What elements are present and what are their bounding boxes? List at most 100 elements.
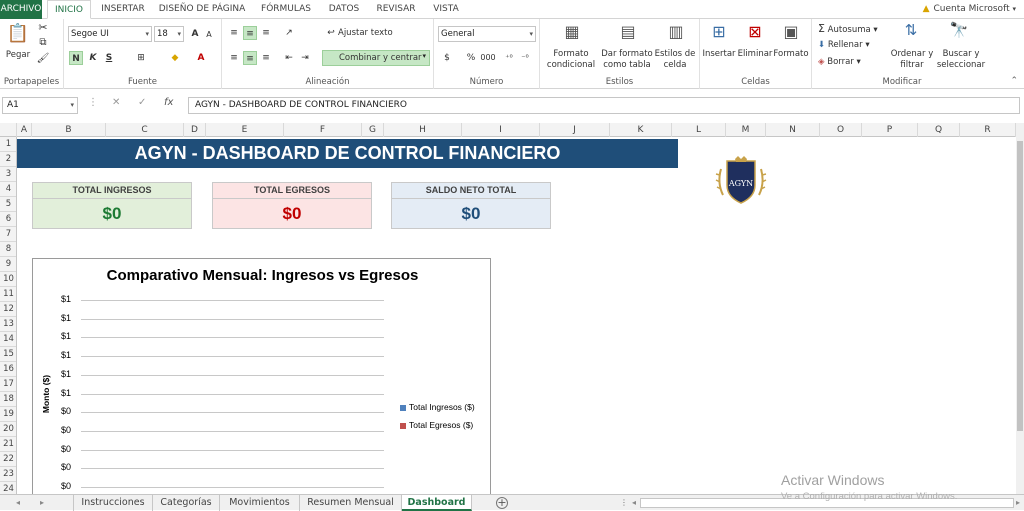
column-header[interactable]: E [206,123,284,137]
worksheet-grid[interactable]: AGYN - DASHBOARD DE CONTROL FINANCIERO T… [17,137,1017,494]
increase-indent-icon[interactable]: ⇥ [298,51,312,65]
cancel-icon[interactable]: ✕ [112,97,120,108]
sheet-tab-categorias[interactable]: Categorías [153,495,220,511]
cell-styles-button[interactable]: Estilos de celda [652,49,698,71]
row-header[interactable]: 1 [0,137,16,152]
autosum-button[interactable]: Σ Autosuma ▾ [818,23,878,36]
align-left-icon[interactable]: ≡ [227,51,241,65]
orientation-icon[interactable]: ↗ [282,26,296,40]
format-painter-icon[interactable]: 🖌 [36,53,50,64]
insert-cells-button[interactable]: Insertar [700,49,738,60]
delete-cells-icon[interactable]: ⊠ [744,22,766,41]
row-header[interactable]: 19 [0,407,16,422]
row-header[interactable]: 5 [0,197,16,212]
tab-formulas[interactable]: FÓRMULAS [255,0,317,19]
format-table-button[interactable]: Dar formato como tabla [598,49,656,71]
scroll-left-icon[interactable]: ◂ [632,495,636,510]
add-sheet-icon[interactable]: + [496,497,508,509]
card-total-ingresos[interactable]: TOTAL INGRESOS $0 [32,182,192,229]
row-header[interactable]: 2 [0,152,16,167]
format-cells-button[interactable]: Formato [772,49,810,60]
collapse-ribbon-icon[interactable]: ⌃ [1010,76,1018,86]
column-header[interactable]: M [726,123,766,137]
row-header[interactable]: 17 [0,377,16,392]
format-table-icon[interactable]: ▤ [616,22,640,41]
thousands-button[interactable]: 000 [478,51,498,65]
italic-button[interactable]: K [86,51,100,65]
sheet-tab-dashboard[interactable]: Dashboard [402,495,472,511]
wrap-text-button[interactable]: Ajustar texto [338,28,398,39]
account-menu[interactable]: ▲ Cuenta Microsoft ▾ [923,0,1016,18]
row-header[interactable]: 3 [0,167,16,182]
row-header[interactable]: 15 [0,347,16,362]
row-header[interactable]: 24 [0,482,16,494]
shrink-font-icon[interactable]: A [202,28,216,42]
merge-center-button[interactable]: Combinar y centrar ▾ [322,50,430,66]
column-header[interactable]: B [32,123,106,137]
row-header[interactable]: 12 [0,302,16,317]
find-select-button[interactable]: Buscar y seleccionar [934,49,988,71]
row-header[interactable]: 4 [0,182,16,197]
column-header[interactable]: R [960,123,1016,137]
conditional-format-icon[interactable]: ▦ [560,22,584,41]
row-header[interactable]: 23 [0,467,16,482]
prev-sheet-icon[interactable]: ◂ [16,495,20,510]
sheet-tab-resumen-mensual[interactable]: Resumen Mensual [300,495,402,511]
row-header[interactable]: 16 [0,362,16,377]
column-header[interactable]: D [184,123,206,137]
tab-archivo[interactable]: ARCHIVO [0,0,42,19]
column-header[interactable]: L [672,123,726,137]
scroll-thumb[interactable] [1017,141,1023,431]
next-sheet-icon[interactable]: ▸ [40,495,44,510]
dashboard-title[interactable]: AGYN - DASHBOARD DE CONTROL FINANCIERO [17,139,678,168]
wrap-text-icon[interactable]: ↩ [324,26,338,40]
borders-icon[interactable]: ⊞ [134,51,148,65]
formula-input[interactable]: AGYN - DASHBOARD DE CONTROL FINANCIERO [188,97,1020,114]
binoculars-icon[interactable]: 🔭 [948,21,970,39]
enter-icon[interactable]: ✓ [138,97,146,108]
name-box[interactable]: A1 ▾ [2,97,78,114]
row-header[interactable]: 8 [0,242,16,257]
currency-button[interactable]: $ [440,51,454,65]
scroll-right-icon[interactable]: ▸ [1016,495,1020,510]
conditional-format-button[interactable]: Formato condicional [542,49,600,71]
tab-inicio[interactable]: INICIO [47,0,91,19]
sheet-tab-movimientos[interactable]: Movimientos [220,495,300,511]
copy-icon[interactable]: ⧉ [36,37,50,48]
column-header[interactable]: O [820,123,862,137]
number-format-select[interactable]: General ▾ [438,26,536,42]
vertical-scrollbar[interactable] [1016,123,1024,494]
font-size-select[interactable]: 18 ▾ [154,26,184,42]
column-header[interactable]: A [17,123,32,137]
cell-styles-icon[interactable]: ▥ [664,22,688,41]
align-bottom-icon[interactable]: ≡ [259,26,273,40]
format-cells-icon[interactable]: ▣ [780,22,802,41]
column-header[interactable]: C [106,123,184,137]
increase-decimal-icon[interactable]: ⁺⁰ [502,51,516,65]
clear-button[interactable]: ◈ Borrar ▾ [818,57,861,68]
sort-filter-button[interactable]: Ordenar y filtrar [888,49,936,71]
fill-button[interactable]: ⬇ Rellenar ▾ [818,40,870,51]
column-header[interactable]: J [540,123,610,137]
decrease-indent-icon[interactable]: ⇤ [282,51,296,65]
paste-icon[interactable]: 📋 [6,23,30,44]
align-middle-icon[interactable]: ≡ [243,26,257,40]
card-total-egresos[interactable]: TOTAL EGRESOS $0 [212,182,372,229]
row-header[interactable]: 7 [0,227,16,242]
row-header[interactable]: 6 [0,212,16,227]
align-top-icon[interactable]: ≡ [227,26,241,40]
tab-vista[interactable]: VISTA [428,0,464,19]
paste-button[interactable]: Pegar [2,50,34,61]
sort-filter-icon[interactable]: ⇅ [900,21,922,39]
percent-button[interactable]: % [464,51,478,65]
column-header[interactable]: G [362,123,384,137]
insert-cells-icon[interactable]: ⊞ [708,22,730,41]
select-all-button[interactable] [0,123,17,137]
row-header[interactable]: 11 [0,287,16,302]
row-header[interactable]: 10 [0,272,16,287]
column-header[interactable]: P [862,123,918,137]
row-header[interactable]: 9 [0,257,16,272]
underline-button[interactable]: S [102,51,116,65]
align-right-icon[interactable]: ≡ [259,51,273,65]
delete-cells-button[interactable]: Eliminar [736,49,774,60]
